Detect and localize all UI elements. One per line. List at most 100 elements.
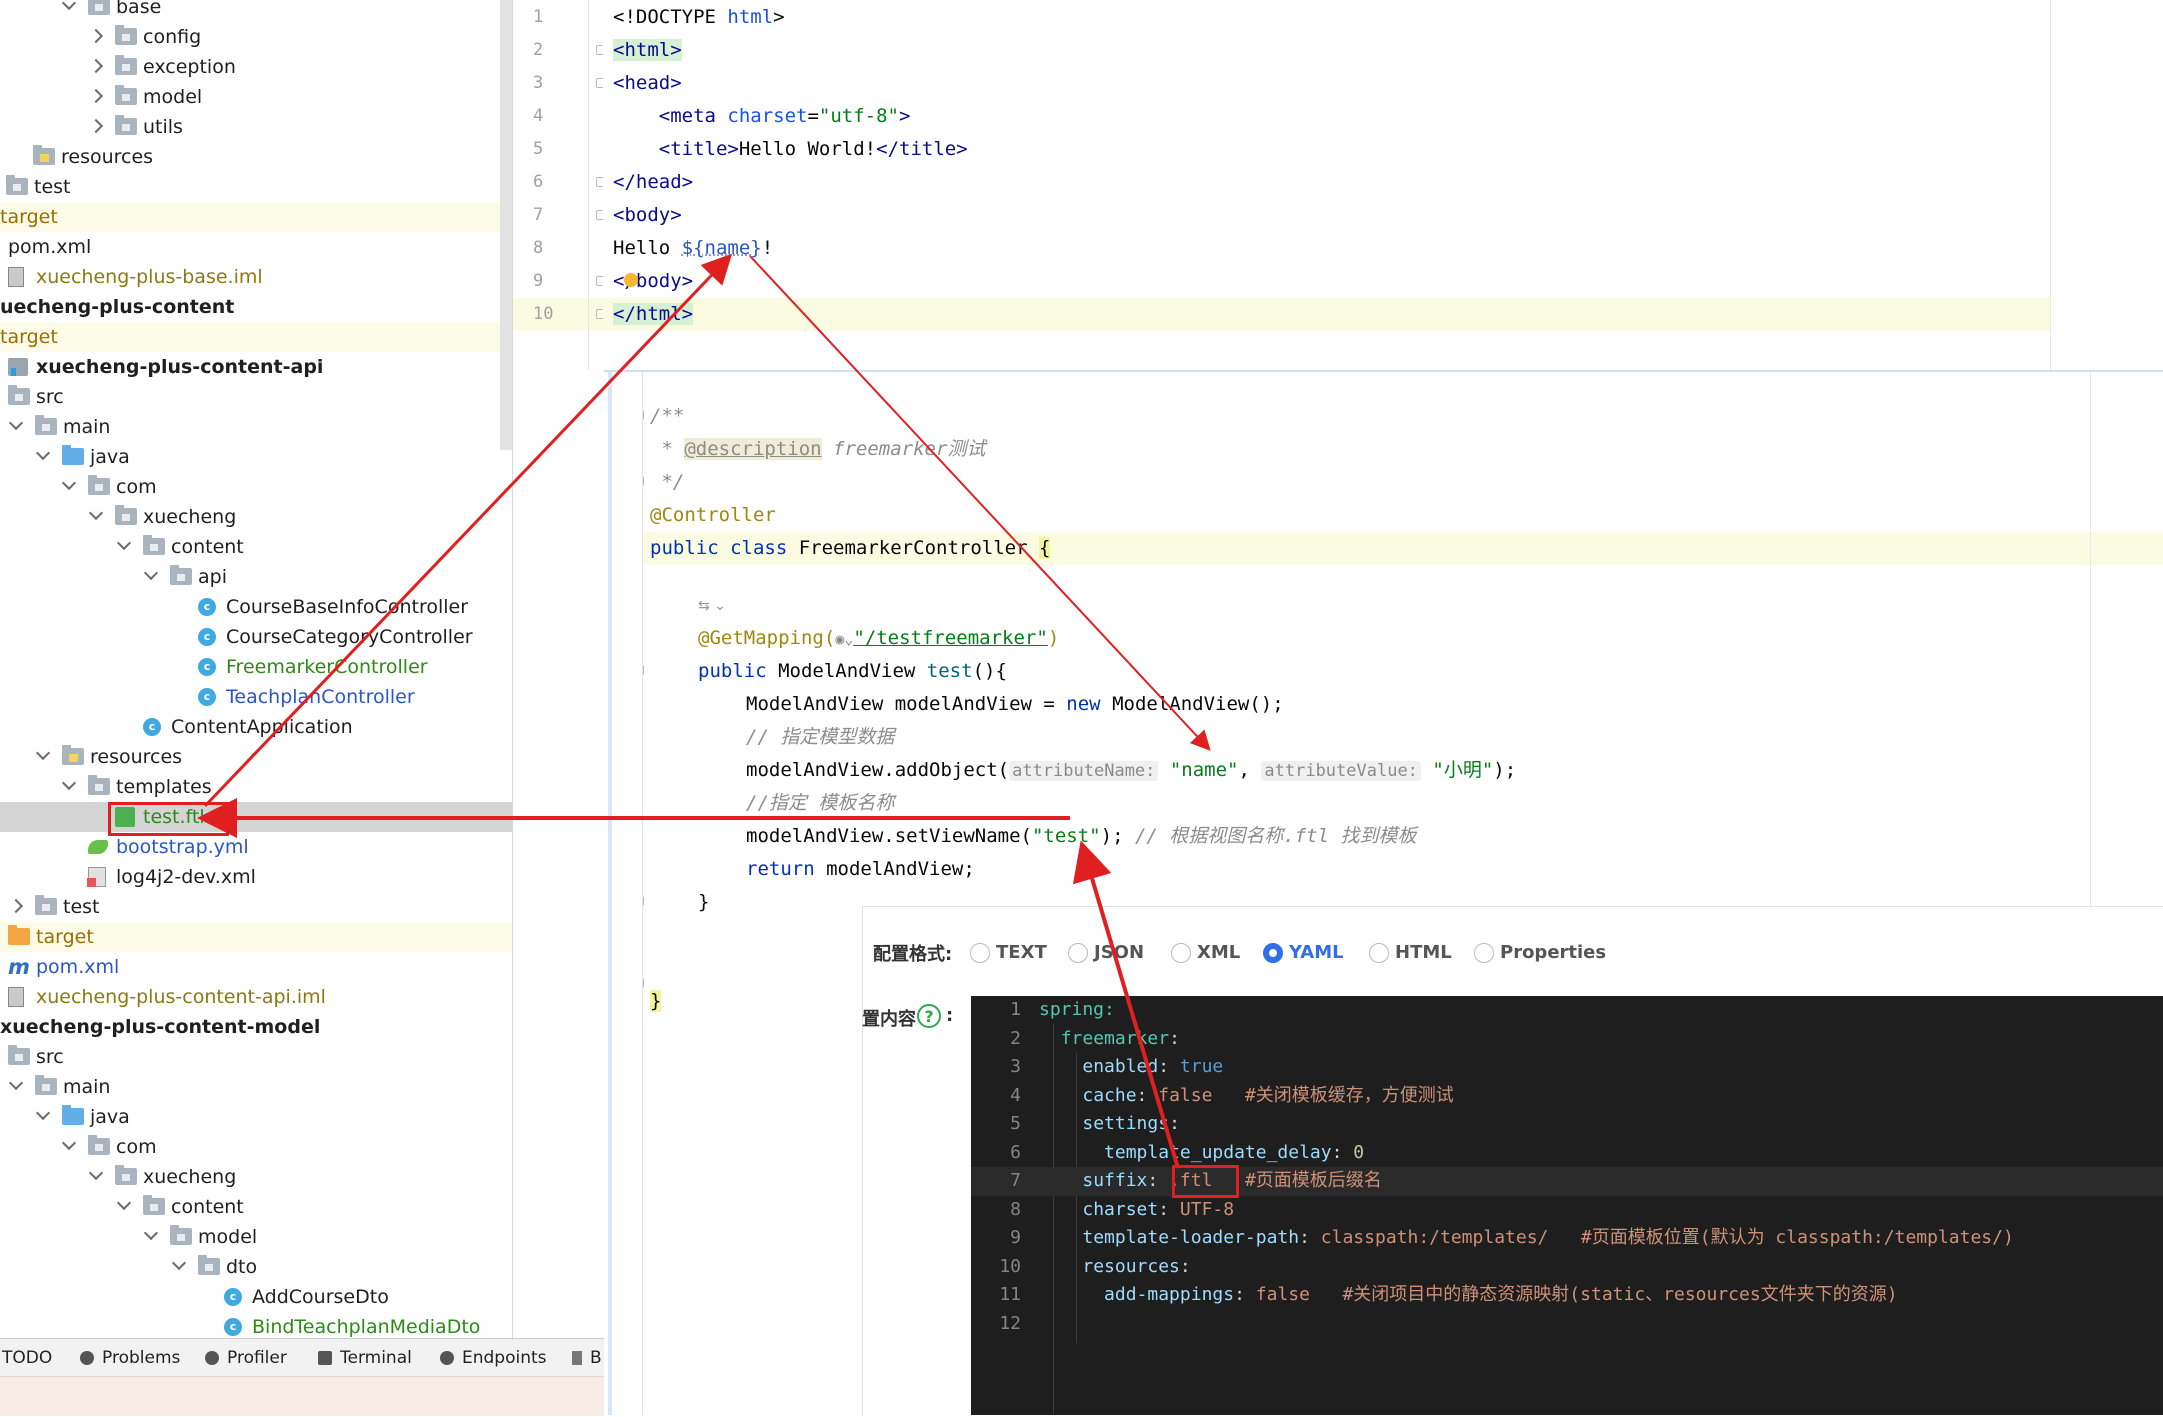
endpoints-tab[interactable]: Endpoints (440, 1339, 547, 1377)
tree-item[interactable]: main (0, 1072, 513, 1102)
format-radio-text[interactable]: TEXT (970, 941, 1047, 965)
build-tab[interactable]: B (572, 1339, 602, 1377)
endpoints-tab-label: Endpoints (462, 1348, 547, 1368)
tree-item[interactable]: templates (0, 772, 513, 802)
tree-item[interactable]: base (0, 0, 513, 22)
tree-item[interactable]: resources (0, 742, 513, 772)
chevron-down-icon[interactable] (88, 505, 104, 521)
tree-item[interactable]: java (0, 442, 513, 472)
tree-item[interactable]: pom.xml (0, 232, 513, 262)
tree-item[interactable]: bootstrap.yml (0, 832, 513, 862)
tree-item[interactable]: xuecheng-plus-content-api (0, 352, 513, 382)
chevron-right-icon[interactable] (88, 28, 104, 44)
format-radio-json[interactable]: JSON (1068, 941, 1144, 965)
folder-icon (115, 55, 137, 75)
tree-item[interactable]: c BindTeachplanMediaDto (0, 1312, 513, 1340)
chevron-down-icon[interactable] (8, 415, 24, 431)
yaml-editor[interactable]: 1 spring: 2 freemarker: 3 enabled: true 4… (971, 996, 2163, 1415)
code-line-2: <html> (613, 34, 682, 67)
chevron-down-icon[interactable] (35, 1105, 51, 1121)
tree-item[interactable]: c CourseCategoryController (0, 622, 513, 652)
chevron-right-icon[interactable] (88, 118, 104, 134)
java-class-icon: c (198, 688, 216, 706)
tree-item[interactable]: dto (0, 1252, 513, 1282)
help-icon[interactable]: ? (917, 1004, 941, 1028)
chevron-down-icon[interactable] (61, 775, 77, 791)
chevron-down-icon[interactable] (116, 1195, 132, 1211)
chevron-right-icon[interactable] (8, 898, 24, 914)
tree-item[interactable]: c FreemarkerController (0, 652, 513, 682)
tree-item[interactable]: m pom.xml (0, 952, 513, 982)
chevron-down-icon[interactable] (143, 1225, 159, 1241)
tree-item[interactable]: exception (0, 52, 513, 82)
getmapping-path[interactable]: "/testfreemarker" (853, 627, 1047, 649)
addobject-line: modelAndView.addObject(attributeName: "n… (746, 754, 1516, 787)
format-radio-xml[interactable]: XML (1171, 941, 1240, 965)
tree-item-label: com (116, 476, 157, 498)
tree-item[interactable]: api (0, 562, 513, 592)
java-class-icon: c (224, 1288, 242, 1306)
tree-item[interactable]: model (0, 82, 513, 112)
chevron-down-icon[interactable] (61, 1135, 77, 1151)
format-radio-html[interactable]: HTML (1369, 941, 1452, 965)
tree-item[interactable]: config (0, 22, 513, 52)
tree-item[interactable]: xuecheng-plus-content-api.iml (0, 982, 513, 1012)
chevron-down-icon[interactable] (171, 1255, 187, 1271)
tree-item[interactable]: target (0, 202, 513, 232)
folder-icon (8, 1045, 30, 1065)
terminal-tab[interactable]: Terminal (318, 1339, 412, 1377)
lightbulb-icon[interactable] (624, 273, 638, 287)
tree-item[interactable]: content (0, 532, 513, 562)
project-tree-scrollbar[interactable] (500, 0, 512, 450)
tree-item[interactable]: c CourseBaseInfoController (0, 592, 513, 622)
tree-item[interactable]: target (0, 922, 513, 952)
chevron-down-icon[interactable] (35, 745, 51, 761)
tree-item[interactable]: xuecheng-plus-base.iml (0, 262, 513, 292)
chevron-down-icon[interactable] (8, 1075, 24, 1091)
format-radio-properties[interactable]: Properties (1474, 941, 1606, 965)
class-brace-open: { (1038, 537, 1051, 559)
tree-item[interactable]: main (0, 412, 513, 442)
tree-item[interactable]: src (0, 1042, 513, 1072)
tree-item[interactable]: test (0, 172, 513, 202)
chevron-down-icon[interactable] (116, 535, 132, 551)
chevron-down-icon[interactable] (88, 1165, 104, 1181)
tree-item[interactable]: model (0, 1222, 513, 1252)
endpoint-gutter-icon[interactable]: ⇆ ⌄ (698, 598, 726, 614)
tree-item[interactable]: java (0, 1102, 513, 1132)
tree-item[interactable]: utils (0, 112, 513, 142)
chevron-down-icon[interactable] (61, 475, 77, 491)
tree-item[interactable]: log4j2-dev.xml (0, 862, 513, 892)
tree-item[interactable]: src (0, 382, 513, 412)
tree-item[interactable]: c ContentApplication (0, 712, 513, 742)
tree-item[interactable]: xuecheng (0, 502, 513, 532)
tree-item[interactable]: com (0, 472, 513, 502)
tree-item[interactable]: test (0, 892, 513, 922)
format-radio-label: YAML (1289, 942, 1344, 963)
chevron-right-icon[interactable] (88, 88, 104, 104)
tree-item[interactable]: xuecheng (0, 1162, 513, 1192)
chevron-down-icon[interactable] (35, 445, 51, 461)
tree-item[interactable]: resources (0, 142, 513, 172)
html-editor[interactable]: <!DOCTYPE html> <html> <head> <meta char… (603, 0, 2050, 370)
profiler-tab[interactable]: Profiler (205, 1339, 287, 1377)
chevron-down-icon[interactable] (61, 0, 77, 11)
tree-item-label: AddCourseDto (252, 1286, 389, 1308)
problems-tab[interactable]: Problems (80, 1339, 180, 1377)
format-radio-yaml[interactable]: YAML (1263, 941, 1344, 965)
tree-item[interactable]: test.ftl (0, 802, 513, 832)
globe-icon[interactable]: ◉⌄ (835, 630, 853, 648)
chevron-down-icon[interactable] (143, 565, 159, 581)
excluded-folder-icon (8, 925, 30, 945)
tree-item[interactable]: com (0, 1132, 513, 1162)
chevron-right-icon[interactable] (88, 58, 104, 74)
tree-item[interactable]: content (0, 1192, 513, 1222)
tree-item[interactable]: xuecheng-plus-content-model (0, 1012, 513, 1042)
tree-item[interactable]: target (0, 322, 513, 352)
yaml-line-number: 8 (1010, 1198, 1021, 1220)
todo-tab[interactable]: TODO (2, 1339, 52, 1377)
tree-item[interactable]: c AddCourseDto (0, 1282, 513, 1312)
tree-item[interactable]: uecheng-plus-content (0, 292, 513, 322)
profiler-icon (205, 1351, 219, 1365)
tree-item[interactable]: c TeachplanController (0, 682, 513, 712)
